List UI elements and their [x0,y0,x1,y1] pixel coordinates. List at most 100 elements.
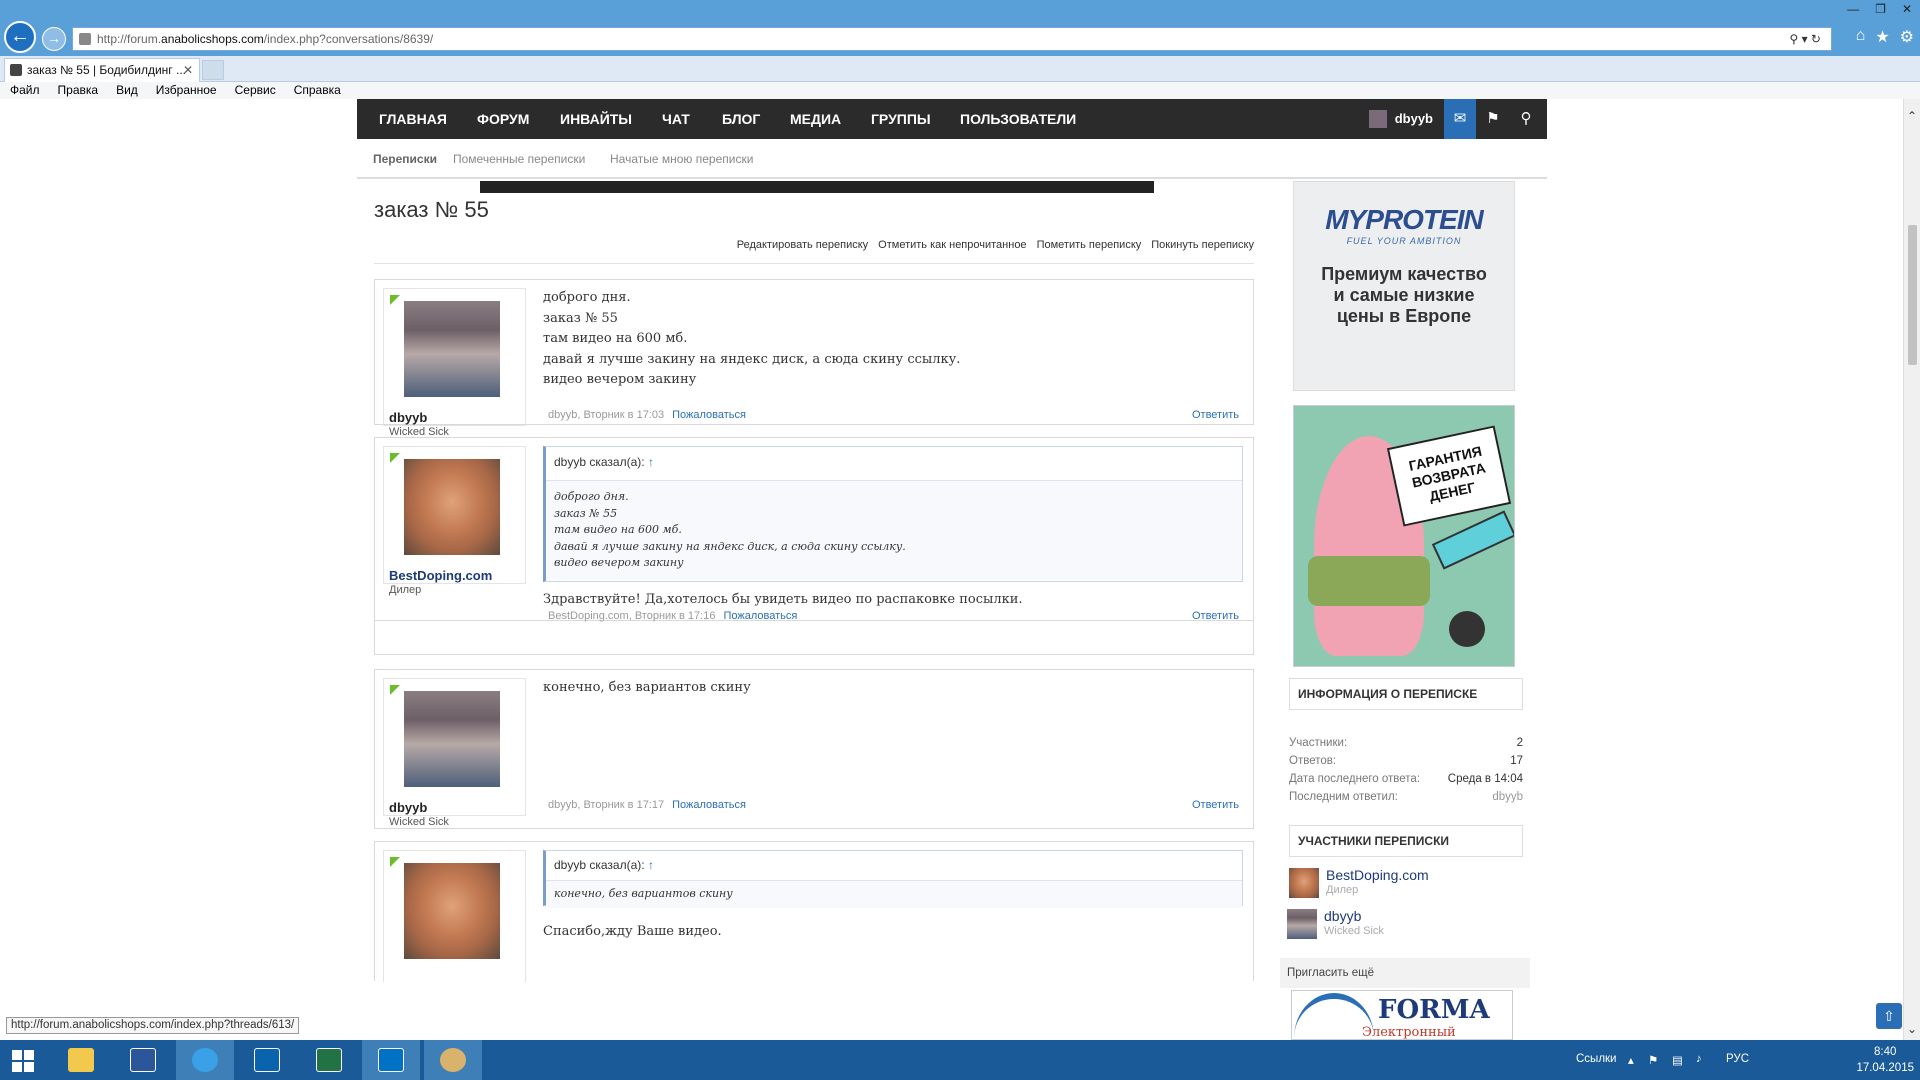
scroll-thumb[interactable] [1908,225,1917,365]
window-controls: — ❐ ✕ [1847,2,1912,16]
browser-tab[interactable]: заказ № 55 | Бодибилдинг ... ✕ [4,58,200,82]
quote-jump-arrow-icon[interactable]: ↑ [648,858,654,872]
report-link[interactable]: Пожаловаться [672,799,746,811]
participant-name[interactable]: dbyyb [1324,908,1361,924]
username[interactable]: dbyyb [389,410,427,425]
mark-unread-link[interactable]: Отметить как непрочитанное [878,239,1026,251]
info-row: Ответов: 17 [1289,755,1523,773]
participant-item[interactable]: dbyyb Wicked Sick [1287,907,1521,941]
taskbar-outlook[interactable] [238,1040,296,1080]
report-link[interactable]: Пожаловаться [723,610,797,622]
reply-link[interactable]: Ответить [1192,799,1239,811]
guarantee-sign: ГАРАНТИЯ ВОЗВРАТА ДЕНЕГ [1386,425,1512,527]
user-menu[interactable]: dbyyb [1368,99,1433,139]
start-button[interactable] [0,1040,58,1080]
username[interactable]: dbyyb [389,800,427,815]
back-button[interactable]: ← [4,21,36,53]
page-viewport: ГЛАВНАЯ ФОРУМ ИНВАЙТЫ ЧАТ БЛОГ МЕДИА ГРУ… [0,99,1920,1040]
avatar[interactable] [404,459,500,555]
nav-home[interactable]: ГЛАВНАЯ [379,99,447,139]
subnav-starred[interactable]: Помеченные переписки [453,152,585,166]
taskbar-ie[interactable] [176,1040,234,1080]
user-rank: Wicked Sick [389,816,449,828]
quote-block: dbyyb сказал(а): ↑ доброго дня. заказ № … [543,446,1243,582]
network-icon[interactable]: ▤ [1672,1053,1683,1067]
volume-icon[interactable]: ♪ [1696,1053,1702,1065]
username[interactable]: BestDoping.com [389,568,492,583]
url-prefix: http://forum. [97,32,162,46]
menu-help[interactable]: Справка [294,82,341,99]
restore-button[interactable]: ❐ [1875,2,1886,16]
cartoon-shorts [1308,556,1430,606]
url-field[interactable]: http://forum.anabolicshops.com/index.php… [72,27,1832,51]
links-toolbar[interactable]: Ссылки [1576,1053,1617,1065]
clock[interactable]: 8:40 17.04.2015 [1856,1044,1914,1076]
scroll-to-top-button[interactable]: ⇧ [1876,1003,1902,1029]
close-tab-icon[interactable]: ✕ [183,59,193,81]
reply-link[interactable]: Ответить [1192,610,1239,622]
home-icon[interactable]: ⌂ [1856,27,1866,47]
taskbar-excel[interactable] [300,1040,358,1080]
menu-tools[interactable]: Сервис [235,82,276,99]
menu-edit[interactable]: Правка [58,82,99,99]
participant-item[interactable]: BestDoping.com Дилер [1289,866,1523,900]
scroll-up-icon[interactable]: ⌃ [1907,109,1917,123]
avatar[interactable] [404,691,500,787]
taskbar-lync[interactable] [362,1040,420,1080]
paint-icon [440,1048,466,1072]
edit-conversation-link[interactable]: Редактировать переписку [737,239,868,251]
avatar[interactable] [404,863,500,959]
star-conversation-link[interactable]: Пометить переписку [1037,239,1142,251]
participant-avatar[interactable] [1289,868,1319,898]
taskbar-word[interactable] [114,1040,172,1080]
scroll-down-icon[interactable]: ⌄ [1907,1022,1917,1036]
quote-jump-arrow-icon[interactable]: ↑ [648,455,654,469]
online-indicator [390,453,400,463]
subnav-started-by-me[interactable]: Начатые мною переписки [610,152,753,166]
nav-media[interactable]: МЕДИА [790,99,841,139]
settings-gear-icon[interactable]: ⚙ [1900,27,1914,47]
menu-file[interactable]: Файл [10,82,40,99]
subnav-conversations[interactable]: Переписки [373,152,437,166]
favorites-star-icon[interactable]: ★ [1875,27,1889,47]
leave-conversation-link[interactable]: Покинуть переписку [1151,239,1254,251]
avatar[interactable] [404,301,500,397]
inbox-envelope-icon[interactable]: ✉ [1444,99,1476,139]
nav-chat[interactable]: ЧАТ [662,99,690,139]
flag-icon[interactable]: ⚑ [1648,1053,1658,1067]
nav-groups[interactable]: ГРУППЫ [871,99,931,139]
page-scrollbar[interactable]: ⌃ ⌄ [1903,99,1920,1040]
top-navigation: ГЛАВНАЯ ФОРУМ ИНВАЙТЫ ЧАТ БЛОГ МЕДИА ГРУ… [357,99,1547,139]
nav-invites[interactable]: ИНВАЙТЫ [560,99,632,139]
minimize-button[interactable]: — [1847,2,1859,16]
language-indicator[interactable]: РУС [1726,1053,1749,1065]
participant-name[interactable]: BestDoping.com [1326,867,1429,883]
menu-view[interactable]: Вид [116,82,138,99]
new-tab-button[interactable] [202,60,224,80]
tray-expand-icon[interactable]: ▴ [1628,1053,1634,1067]
report-link[interactable]: Пожаловаться [672,409,746,421]
participant-avatar[interactable] [1287,909,1317,939]
conversation-info: Участники: 2 Ответов: 17 Дата последнего о… [1289,737,1523,809]
quote-line: видео вечером закину [554,556,684,569]
menu-favorites[interactable]: Избранное [156,82,217,99]
myprotein-ad[interactable]: MYPROTEIN FUEL YOUR AMBITION Премиум кач… [1293,181,1515,391]
message-line: там видео на 600 мб. [543,331,688,346]
nav-forum[interactable]: ФОРУМ [477,99,529,139]
nav-users[interactable]: ПОЛЬЗОВАТЕЛИ [960,99,1076,139]
invite-more-link[interactable]: Пригласить ещё [1280,958,1530,988]
search-icon[interactable]: ⚲ [1510,99,1542,139]
reply-link[interactable]: Ответить [1192,409,1239,421]
forma-ad[interactable]: FORMA Электронный журнал [1291,990,1513,1040]
forward-button[interactable]: → [42,27,66,51]
taskbar-paint[interactable] [424,1040,482,1080]
close-window-button[interactable]: ✕ [1902,2,1912,16]
url-actions[interactable]: ⚲ ▾ ↻ [1789,28,1821,50]
alerts-flag-icon[interactable]: ⚑ [1477,99,1509,139]
guarantee-ad[interactable]: ГАРАНТИЯ ВОЗВРАТА ДЕНЕГ [1293,405,1515,667]
taskbar-explorer[interactable] [52,1040,110,1080]
quote-line: давай я лучше закину на яндекс диск, а с… [554,539,906,553]
nav-blog[interactable]: БЛОГ [722,99,760,139]
info-value[interactable]: dbyyb [1492,791,1523,809]
info-key: Дата последнего ответа: [1289,773,1421,785]
